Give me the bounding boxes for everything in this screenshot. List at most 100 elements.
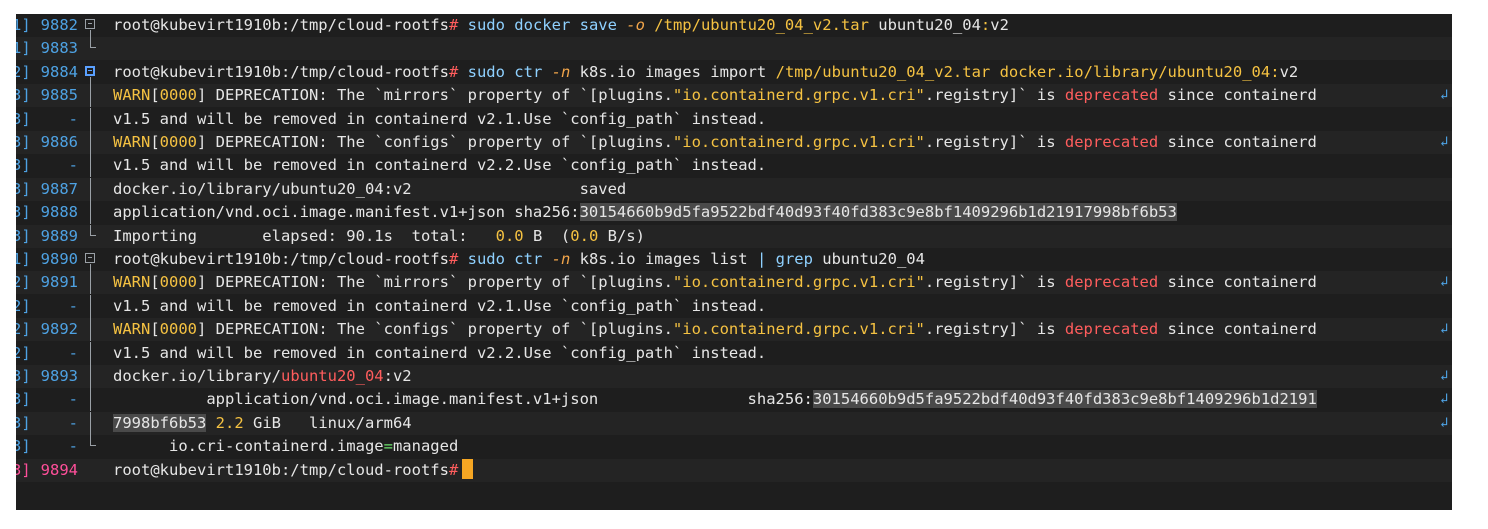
minus-box-icon[interactable] [85,253,95,263]
text-segment: "io.containerd.grpc.v1.cri" [672,320,925,339]
terminal-line: 2] - v1.5 and will be removed in container… [16,294,1452,318]
fold-bar-icon [90,318,91,342]
line-gutter: 3] - [16,154,112,178]
text-segment: -n [551,62,571,81]
text-segment: ubuntu20_04 [868,16,981,34]
fold-line-icon [84,201,98,225]
line-text[interactable]: WARN[0000] DEPRECATION: The `configs` pr… [113,131,1317,154]
text-segment: root@kubevirt1910b:/tmp/cloud-rootfs [113,250,449,268]
text-segment: root@kubevirt1910b:/tmp/cloud-rootfs [113,16,449,34]
line-text[interactable]: root@kubevirt1910b:/tmp/cloud-rootfs# [113,458,474,482]
text-segment: root@kubevirt1910b:/tmp/cloud-rootfs [113,62,449,81]
terminal-line: 2] - v1.5 and will be removed in container… [16,341,1452,365]
text-segment: .registry]` is [924,320,1065,339]
fold-end-vertical [90,435,91,446]
text-segment: [ [150,86,160,105]
text-segment: "io.containerd.grpc.v1.cri" [672,86,925,105]
text-cursor [462,458,474,479]
text-segment: sudo docker save [458,16,627,34]
line-text[interactable]: application/vnd.oci.image.manifest.v1+js… [113,388,1317,411]
fold-bar-icon [90,201,91,225]
text-segment: deprecated [1064,133,1159,151]
line-text[interactable]: root@kubevirt1910b:/tmp/cloud-rootfs# su… [113,248,925,271]
line-gutter: 1] 9890 [16,248,112,271]
text-segment: root@kubevirt1910b:/tmp/cloud-rootfs [113,460,449,479]
text-segment: application/vnd.oci.image.manifest.v1+js… [113,203,580,222]
text-segment: # [448,250,459,268]
fold-line-icon [84,411,98,435]
minus-box-icon[interactable] [85,19,95,29]
line-text[interactable]: WARN[0000] DEPRECATION: The `mirrors` pr… [113,84,1317,107]
text-segment: 0.0 [495,226,524,245]
terminal-output[interactable]: 1] 9882 root@kubevirt1910b:/tmp/cloud-root… [16,14,1452,510]
text-segment: WARN [113,133,151,151]
wrap-indicator-icon: ↲ [1440,274,1449,291]
fold-line-icon [84,365,98,388]
line-text[interactable]: v1.5 and will be removed in containerd v… [113,295,766,318]
text-segment: sudo ctr [458,62,552,81]
text-segment: WARN [113,273,151,292]
line-text[interactable]: WARN[0000] DEPRECATION: The `configs` pr… [113,318,1317,341]
text-segment: docker.io/library/ubuntu20_04 [990,62,1271,81]
line-number: 9887 [40,179,78,198]
fold-toggle-icon[interactable] [84,61,98,84]
line-text[interactable]: v1.5 and will be removed in containerd v… [113,108,766,131]
text-segment: 0000 [159,273,197,292]
line-text[interactable]: WARN[0000] DEPRECATION: The `mirrors` pr… [113,271,1317,294]
line-gutter: 3] - [16,411,112,435]
line-text[interactable]: docker.io/library/ubuntu20_04:v2 saved [113,178,626,201]
text-segment: .registry]` is [924,273,1065,292]
text-segment: "io.containerd.grpc.v1.cri" [672,133,925,151]
text-segment: sudo ctr [458,250,552,268]
text-segment: io.cri-containerd.image [113,437,384,456]
text-segment: deprecated [1064,320,1159,339]
fold-end-icon [84,224,98,248]
line-gutter: 1] 9882 [16,14,112,37]
text-segment: B/s) [598,226,645,245]
line-gutter: 3] 9888 [16,201,112,225]
line-gutter: 3] 9893 [16,365,112,388]
line-text[interactable]: root@kubevirt1910b:/tmp/cloud-rootfs# su… [113,14,1009,37]
text-segment: k8s.io images import [570,62,776,81]
text-segment: ubuntu20_04 [280,367,384,385]
text-segment: ] DEPRECATION: The `mirrors` property of… [197,273,673,292]
minus-box-icon[interactable] [85,65,95,76]
text-segment: deprecated [1064,273,1159,292]
fold-line-icon [84,318,98,342]
terminal-line: 3] - io.cri-containerd.image=managed [16,435,1452,458]
text-segment: 0000 [159,320,197,339]
line-number: 9882 [40,16,78,34]
line-gutter: 3] 9885 [16,84,112,108]
text-segment: Importing elapsed: 90.1s total: [113,226,496,245]
line-text[interactable]: v1.5 and will be removed in containerd v… [113,342,766,365]
fold-end-horizontal [90,445,96,447]
line-gutter: 3] - [16,388,112,412]
line-text[interactable]: 7998bf6b53 2.2 GiB linux/arm64 [113,412,412,435]
line-text[interactable]: v1.5 and will be removed in containerd v… [113,154,766,177]
text-segment: WARN [113,86,151,105]
line-text[interactable]: io.cri-containerd.image=managed [113,435,458,458]
line-number: 9886 [40,133,78,151]
fold-toggle-icon[interactable] [84,14,98,37]
fold-toggle-icon[interactable] [84,248,98,271]
line-text[interactable]: root@kubevirt1910b:/tmp/cloud-rootfs# su… [113,61,1298,84]
fold-line-icon [84,84,98,108]
text-segment: 30154660b9d5fa9522bdf40d93f40fd383c9e8bf… [812,390,1317,409]
line-number: - [68,437,78,456]
text-segment: application/vnd.oci.image.manifest.v1+js… [113,390,813,409]
line-gutter: 3] - [16,435,112,458]
fold-bar-icon [90,341,91,365]
line-number: 9885 [40,86,78,105]
line-gutter: 3] - [16,107,112,131]
text-segment: 0000 [159,86,197,105]
terminal-line: 3] 9885 WARN[0000] DEPRECATION: The `mirro… [16,84,1452,108]
terminal-line: 1] 9890 root@kubevirt1910b:/tmp/cloud-root… [16,248,1452,271]
line-text[interactable]: docker.io/library/ubuntu20_04:v2 [113,365,412,388]
line-text[interactable]: Importing elapsed: 90.1s total: 0.0 B (0… [113,225,645,248]
text-segment: v1.5 and will be removed in containerd v… [113,343,767,362]
text-segment: -n [551,250,571,268]
line-text[interactable]: application/vnd.oci.image.manifest.v1+js… [113,201,1177,224]
text-segment: v1.5 and will be removed in containerd v… [113,296,767,315]
text-segment: k8s.io images list [570,250,757,268]
line-gutter: 3] 9894 [16,459,112,482]
